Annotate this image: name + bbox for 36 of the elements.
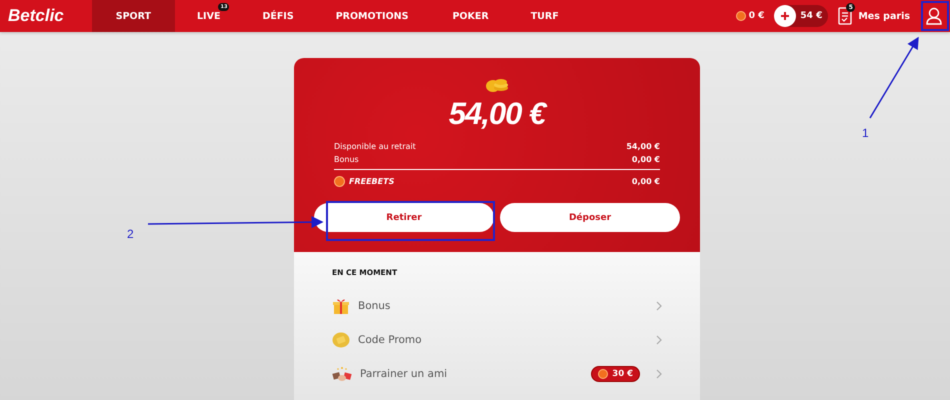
handshake-icon bbox=[332, 365, 352, 383]
chevron-icon bbox=[656, 369, 662, 379]
logo[interactable]: Betclic bbox=[0, 6, 92, 26]
balance-amount: 54 € bbox=[800, 11, 822, 21]
total-balance: 54,00 € bbox=[448, 96, 546, 132]
plus-icon bbox=[780, 11, 790, 21]
row-label: Disponible au retrait bbox=[334, 142, 416, 151]
coins-icon bbox=[485, 78, 509, 94]
chevron-icon bbox=[656, 335, 662, 345]
withdraw-button[interactable]: Retirer bbox=[314, 203, 494, 232]
coin-icon bbox=[736, 11, 746, 21]
chevron-icon bbox=[656, 301, 662, 311]
user-icon bbox=[926, 7, 942, 25]
menu-item[interactable]: Parrainer un ami 30 € bbox=[332, 357, 662, 391]
step-number: 1 bbox=[862, 126, 869, 140]
balance-value: 0,00 € bbox=[632, 177, 660, 186]
balance-value: 0,00 € bbox=[632, 155, 660, 164]
highlight-frame bbox=[921, 1, 949, 31]
reward-badge: 30 € bbox=[591, 366, 640, 382]
step-number: 2 bbox=[127, 227, 134, 241]
row-label: FREEBETS bbox=[349, 177, 394, 186]
freebet-amount: 0 € bbox=[748, 11, 764, 21]
nav-tab[interactable]: TURF bbox=[510, 0, 579, 32]
balance-value: 54,00 € bbox=[626, 142, 660, 151]
nav-tab[interactable]: POKER bbox=[430, 0, 511, 32]
deposit-button[interactable] bbox=[774, 5, 796, 27]
ticket-icon bbox=[332, 331, 350, 349]
menu-item[interactable]: Code Promo bbox=[332, 323, 662, 357]
deposit-button[interactable]: Déposer bbox=[500, 203, 680, 232]
row-label: Bonus bbox=[334, 155, 359, 164]
gift-icon bbox=[332, 297, 350, 315]
nav-tab[interactable]: DÉFIS bbox=[242, 0, 314, 32]
menu-item[interactable]: Bonus bbox=[332, 289, 662, 323]
nav-tab[interactable]: PROMOTIONS bbox=[314, 0, 430, 32]
nav-tab[interactable]: SPORT bbox=[92, 0, 175, 32]
coin-icon bbox=[334, 176, 345, 187]
